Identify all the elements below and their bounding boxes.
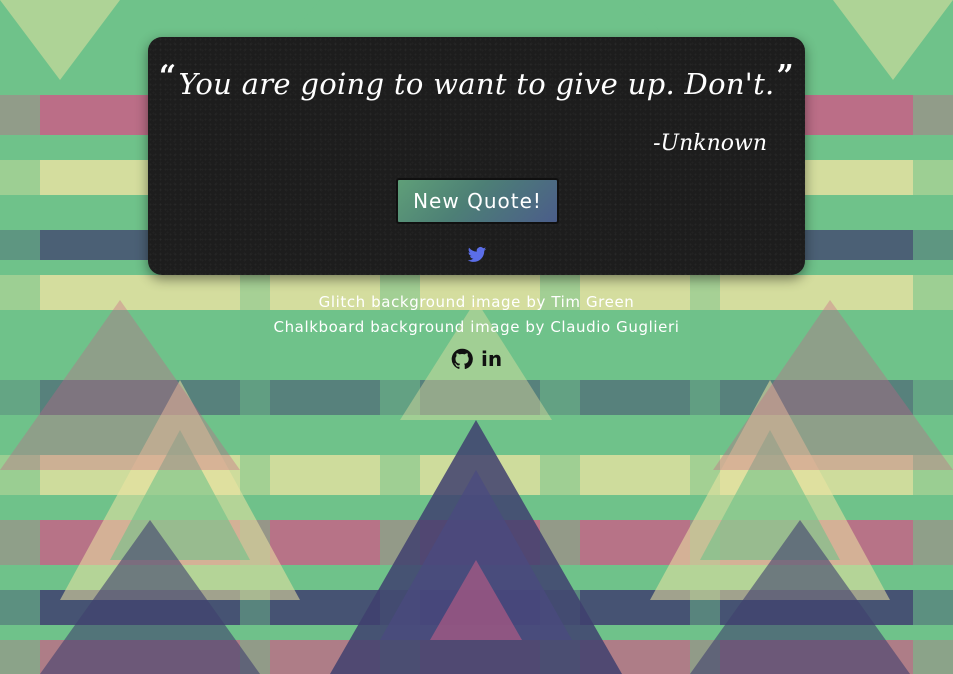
credit-chalkboard-link[interactable]: Claudio Guglieri bbox=[550, 318, 679, 336]
twitter-icon[interactable] bbox=[466, 245, 488, 265]
credit-line-glitch: Glitch background image by Tim Green bbox=[0, 290, 953, 315]
open-quote-mark: “ bbox=[158, 59, 177, 94]
credit-glitch-link[interactable]: Tim Green bbox=[551, 293, 634, 311]
close-quote-mark: ” bbox=[776, 59, 795, 94]
credit-line-chalkboard: Chalkboard background image by Claudio G… bbox=[0, 315, 953, 340]
image-credits: Glitch background image by Tim Green Cha… bbox=[0, 290, 953, 340]
linkedin-icon[interactable]: in bbox=[481, 348, 503, 370]
quote-text-line: “You are going to want to give up. Don't… bbox=[148, 59, 805, 101]
quote-text: You are going to want to give up. Don't. bbox=[178, 67, 775, 101]
github-icon[interactable] bbox=[451, 348, 473, 370]
quote-author: -Unknown bbox=[653, 131, 767, 156]
credit-chalkboard-text: Chalkboard background image by bbox=[273, 318, 551, 336]
credit-glitch-text: Glitch background image by bbox=[318, 293, 552, 311]
new-quote-button[interactable]: New Quote! bbox=[396, 178, 559, 224]
quote-card: “You are going to want to give up. Don't… bbox=[148, 37, 805, 275]
social-links: in bbox=[451, 348, 503, 370]
